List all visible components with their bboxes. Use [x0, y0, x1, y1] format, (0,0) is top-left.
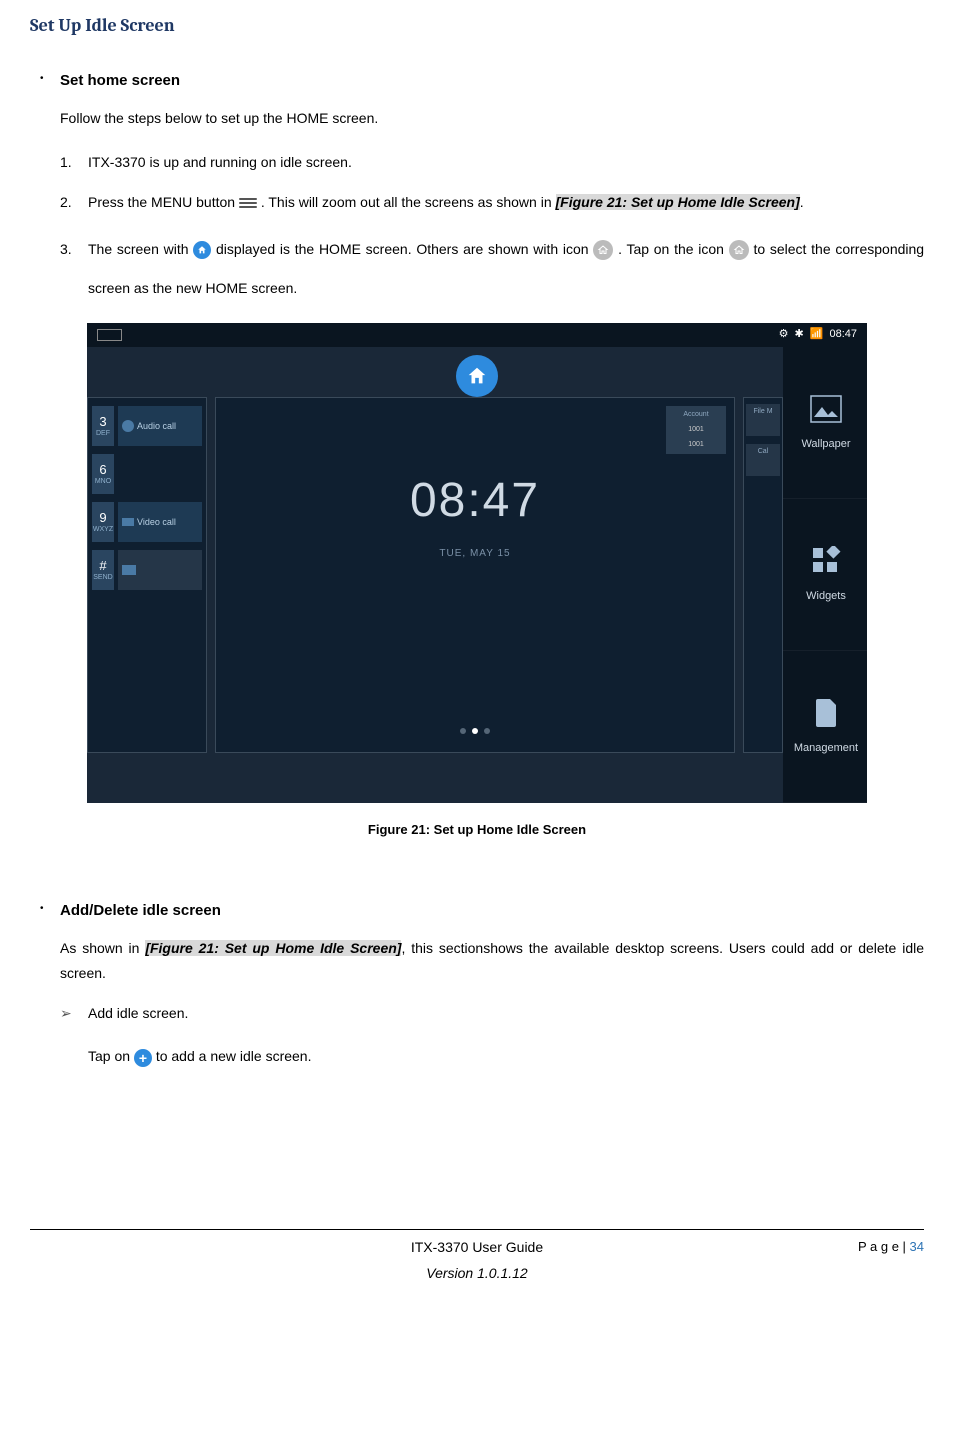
footer-title: ITX-3370 User Guide	[30, 1235, 924, 1260]
step-2-text-a: Press the MENU button	[88, 194, 239, 210]
tap-on-a: Tap on	[88, 1048, 130, 1064]
page-footer: P a g e | 34 ITX-3370 User Guide Version…	[30, 1229, 924, 1285]
intro-text: Follow the steps below to set up the HOM…	[60, 106, 924, 131]
wallpaper-label: Wallpaper	[801, 435, 850, 455]
wifi-icon: ⚙	[779, 325, 789, 345]
status-bar: ⚙ ✱ 📶 08:47	[87, 323, 867, 347]
status-time: 08:47	[829, 325, 857, 345]
audio-call-button: Audio call	[118, 406, 202, 446]
figure-ref-2: [Figure 21: Set up Home Idle Screen]	[145, 940, 401, 956]
management-label: Management	[794, 739, 858, 759]
add-delete-heading: Add/Delete idle screen	[60, 897, 924, 924]
figure-21: ⚙ ✱ 📶 08:47 3DEF Audio call 6MNO	[30, 323, 924, 841]
step-num-2: 2.	[60, 190, 72, 215]
key-9: 9WXYZ	[92, 502, 114, 542]
page-number: P a g e | 34	[858, 1235, 924, 1258]
step-num-3: 3.	[60, 230, 72, 269]
account-box: Account 1001 1001	[666, 406, 726, 454]
bullet-set-home: Set home screen	[30, 67, 924, 94]
screen-preview-left[interactable]: 3DEF Audio call 6MNO 9WXYZ Video call #S…	[87, 397, 207, 753]
pager-dots	[460, 728, 490, 734]
device-screenshot: ⚙ ✱ 📶 08:47 3DEF Audio call 6MNO	[87, 323, 867, 803]
plus-icon	[134, 1049, 152, 1067]
arrow-add-idle: Add idle screen.	[60, 1001, 924, 1026]
center-content: Account 1001 1001 08:47 TUE, MAY 15	[216, 398, 734, 752]
zoom-body: 3DEF Audio call 6MNO 9WXYZ Video call #S…	[87, 347, 867, 803]
step-3-text-b: displayed is the HOME screen. Others are…	[216, 241, 589, 257]
management-icon	[808, 695, 844, 731]
clock-time: 08:47	[410, 458, 540, 544]
side-widgets[interactable]: Widgets	[783, 499, 867, 651]
key-3: 3DEF	[92, 406, 114, 446]
wifi-signal-icon: 📶	[810, 325, 824, 345]
clock-widget: 08:47 TUE, MAY 15	[410, 458, 540, 562]
step-3: 3. The screen with displayed is the HOME…	[60, 230, 924, 308]
side-wallpaper[interactable]: Wallpaper	[783, 347, 867, 499]
screen-preview-center[interactable]: Account 1001 1001 08:47 TUE, MAY 15	[215, 397, 735, 753]
home-outline-icon-2	[729, 240, 749, 260]
set-home-heading: Set home screen	[60, 67, 924, 94]
filem-tile: File M	[746, 404, 780, 436]
home-icon	[193, 241, 211, 259]
key-6: 6MNO	[92, 454, 114, 494]
key-hash: #SEND	[92, 550, 114, 590]
footer-version: Version 1.0.1.12	[30, 1261, 924, 1286]
add-idle-label: Add idle screen.	[88, 1005, 188, 1021]
step-3-text-c: . Tap on the icon	[618, 241, 729, 257]
bt-icon: ✱	[795, 325, 804, 345]
add-delete-body: As shown in [Figure 21: Set up Home Idle…	[60, 936, 924, 986]
step-2-text-b: . This will zoom out all the screens as …	[261, 194, 556, 210]
step-2: 2. Press the MENU button . This will zoo…	[60, 190, 924, 215]
clock-date: TUE, MAY 15	[410, 545, 540, 563]
step-1-text: ITX-3370 is up and running on idle scree…	[88, 154, 352, 170]
screen-preview-right[interactable]: File M Cal	[743, 397, 783, 753]
add-idle-body: Tap on to add a new idle screen.	[88, 1044, 924, 1069]
widgets-label: Widgets	[806, 587, 846, 607]
center-top-right: Account 1001 1001	[666, 406, 726, 454]
menu-icon	[239, 196, 257, 210]
keypad-fragment: 3DEF Audio call 6MNO 9WXYZ Video call #S…	[88, 398, 206, 606]
keypad-icon-button	[118, 550, 202, 590]
sidebar-right: Wallpaper Widgets Management	[783, 347, 867, 803]
step-2-text-c: .	[800, 194, 804, 210]
figure-caption: Figure 21: Set up Home Idle Screen	[30, 818, 924, 841]
step-1: 1. ITX-3370 is up and running on idle sc…	[60, 150, 924, 175]
status-left-box	[97, 329, 122, 341]
figure-ref-1: [Figure 21: Set up Home Idle Screen]	[556, 194, 800, 210]
cal-tile: Cal	[746, 444, 780, 476]
home-outline-icon	[593, 240, 613, 260]
bullet-add-delete: Add/Delete idle screen	[30, 897, 924, 924]
home-indicator-big[interactable]	[456, 355, 498, 397]
wallpaper-icon	[808, 391, 844, 427]
tap-on-b: to add a new idle screen.	[156, 1048, 312, 1064]
side-management[interactable]: Management	[783, 651, 867, 803]
widgets-icon	[808, 543, 844, 579]
add-body-a: As shown in	[60, 940, 145, 956]
right-fragment: File M Cal	[744, 398, 782, 482]
status-right: ⚙ ✱ 📶 08:47	[779, 325, 857, 345]
step-3-text-a: The screen with	[88, 241, 189, 257]
video-call-button: Video call	[118, 502, 202, 542]
step-num-1: 1.	[60, 150, 72, 175]
section-title: Set Up Idle Screen	[30, 10, 924, 42]
